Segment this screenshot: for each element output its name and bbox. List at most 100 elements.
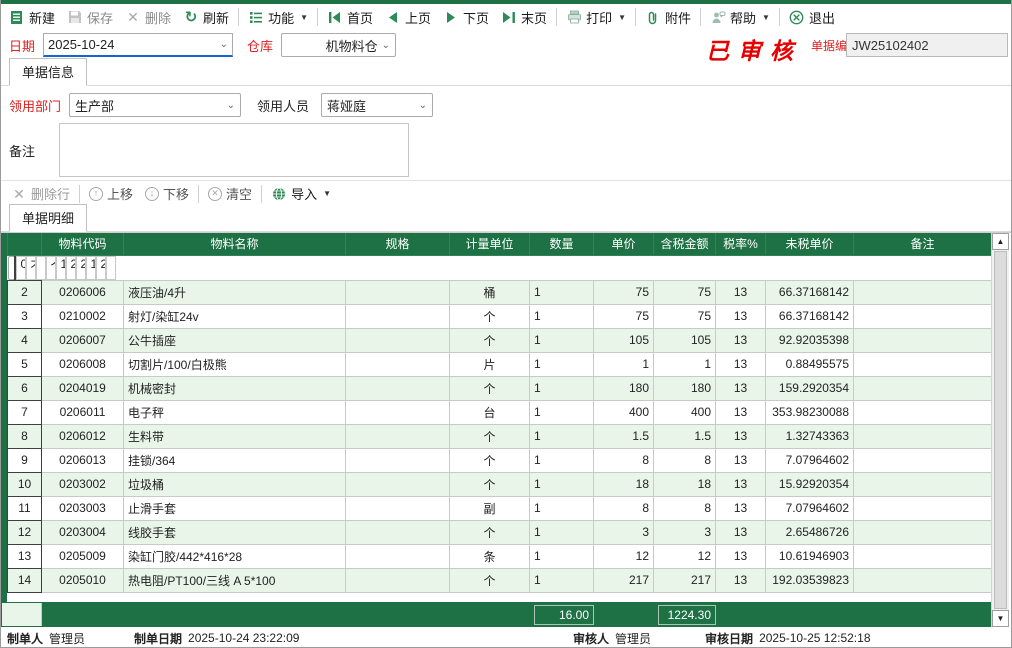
table-row[interactable]: 10204012不锈钢螺栓/12*50个12.82.8132.47787611 — [8, 256, 42, 280]
scroll-down-arrow[interactable]: ▼ — [992, 610, 1009, 627]
last-page-icon — [501, 9, 517, 25]
toolbar-separator — [700, 8, 701, 26]
person-value: 蒋娅庭 — [327, 96, 419, 115]
table-cell-qty: 1 — [530, 328, 594, 352]
toolbar-separator — [317, 8, 318, 26]
table-row[interactable]: 140205010热电阻/PT100/三线 A 5*100个1217217131… — [8, 568, 992, 592]
table-cell-remark — [854, 448, 992, 472]
print-label: 打印 — [586, 8, 612, 27]
column-header[interactable]: 单价 — [594, 233, 654, 255]
table-row[interactable]: 130205009染缸门胶/442*416*28条112121310.61946… — [8, 544, 992, 568]
next-page-button[interactable]: 下页 — [437, 6, 495, 29]
make-date-value: 2025-10-24 23:22:09 — [188, 631, 573, 645]
table-row[interactable]: 120203004线胶手套个133132.65486726 — [8, 520, 992, 544]
person-select[interactable]: 蒋娅庭 ⌄ — [321, 93, 433, 117]
row-number-cell[interactable]: 4 — [8, 328, 42, 352]
row-number-cell[interactable]: 11 — [8, 496, 42, 520]
table-cell-price: 1.5 — [594, 424, 654, 448]
row-number-cell[interactable]: 2 — [8, 280, 42, 304]
date-input[interactable]: 2025-10-24 ⌄ — [43, 33, 233, 57]
arrow-down-circle-icon: ↓ — [145, 187, 159, 201]
tab-document-detail[interactable]: 单据明细 — [9, 204, 87, 232]
table-row[interactable]: 110203003止滑手套副188137.07964602 — [8, 496, 992, 520]
table-cell-spec — [346, 352, 450, 376]
exit-button[interactable]: 退出 — [783, 6, 841, 29]
save-button[interactable]: 保存 — [61, 6, 119, 29]
column-header[interactable]: 税率% — [716, 233, 766, 255]
new-button[interactable]: 新建 — [3, 6, 61, 29]
first-page-button[interactable]: 首页 — [321, 6, 379, 29]
functions-menu-button[interactable]: 功能 ▼ — [242, 6, 314, 29]
row-number-cell[interactable]: 9 — [8, 448, 42, 472]
row-number-cell[interactable]: 14 — [8, 568, 42, 592]
column-header[interactable]: 规格 — [346, 233, 450, 255]
refresh-button[interactable]: ↻ 刷新 — [177, 6, 235, 29]
tab-document-info[interactable]: 单据信息 — [9, 58, 87, 86]
help-menu-button[interactable]: 帮助 ▼ — [704, 6, 776, 29]
table-cell-amount: 180 — [654, 376, 716, 400]
table-cell-code: 0206008 — [42, 352, 124, 376]
table-row[interactable]: 70206011电子秤台140040013353.98230088 — [8, 400, 992, 424]
table-cell-spec — [36, 256, 46, 280]
scrollbar-thumb[interactable] — [994, 251, 1007, 609]
column-header[interactable]: 含税金额 — [654, 233, 716, 255]
warehouse-label: 仓库 — [247, 36, 273, 55]
department-select[interactable]: 生产部 ⌄ — [69, 93, 241, 117]
attachment-button[interactable]: 附件 — [639, 6, 697, 29]
row-number-cell[interactable]: 12 — [8, 520, 42, 544]
refresh-label: 刷新 — [203, 8, 229, 27]
column-header[interactable]: 计量单位 — [450, 233, 530, 255]
column-header[interactable]: 未税单价 — [766, 233, 854, 255]
table-row[interactable]: 20206006液压油/4升桶175751366.37168142 — [8, 280, 992, 304]
row-number-cell[interactable]: 13 — [8, 544, 42, 568]
column-header[interactable]: 物料名称 — [124, 233, 346, 255]
move-up-button[interactable]: ↑ 上移 — [83, 182, 139, 205]
row-number-cell[interactable]: 6 — [8, 376, 42, 400]
row-number-cell[interactable]: 10 — [8, 472, 42, 496]
delete-row-button[interactable]: ✕ 删除行 — [5, 182, 76, 205]
toolbar-separator — [556, 8, 557, 26]
row-number-cell[interactable]: 5 — [8, 352, 42, 376]
table-row[interactable]: 80206012生料带个11.51.5131.32743363 — [8, 424, 992, 448]
last-page-button[interactable]: 末页 — [495, 6, 553, 29]
table-row[interactable]: 30210002射灯/染缸24v个175751366.37168142 — [8, 304, 992, 328]
row-number-cell[interactable]: 8 — [8, 424, 42, 448]
import-menu-button[interactable]: 导入 ▼ — [265, 182, 337, 205]
row-number-cell[interactable]: 7 — [8, 400, 42, 424]
total-amount: 1224.30 — [658, 605, 716, 625]
delete-button[interactable]: ✕ 删除 — [119, 6, 177, 29]
row-number-cell[interactable]: 3 — [8, 304, 42, 328]
table-cell-amount: 217 — [654, 568, 716, 592]
table-cell-name: 液压油/4升 — [124, 280, 346, 304]
table-cell-name: 生料带 — [124, 424, 346, 448]
clear-button[interactable]: ✕ 清空 — [202, 182, 258, 205]
warehouse-select[interactable]: 机物料仓 ⌄ — [281, 33, 396, 57]
column-header[interactable]: 备注 — [854, 233, 992, 255]
table-cell-code: 0205010 — [42, 568, 124, 592]
vertical-scrollbar[interactable]: ▲ ▼ — [991, 233, 1009, 627]
remark-textarea[interactable] — [59, 123, 409, 177]
table-row[interactable]: 100203002垃圾桶个118181315.92920354 — [8, 472, 992, 496]
column-header[interactable] — [8, 233, 42, 255]
print-button[interactable]: 打印 ▼ — [560, 6, 632, 29]
table-header-row: 物料代码物料名称规格计量单位数量单价含税金额税率%未税单价备注 — [8, 233, 992, 255]
move-down-button[interactable]: ↓ 下移 — [139, 182, 195, 205]
table-cell-unit: 副 — [450, 496, 530, 520]
table-cell-price: 8 — [594, 496, 654, 520]
scroll-up-arrow[interactable]: ▲ — [992, 233, 1009, 250]
table-cell-amount: 8 — [654, 496, 716, 520]
column-header[interactable]: 物料代码 — [42, 233, 124, 255]
status-bar: 制单人 管理员 制单日期 2025-10-24 23:22:09 审核人 管理员… — [1, 629, 1011, 647]
table-cell-code: 0206011 — [42, 400, 124, 424]
prev-page-button[interactable]: 上页 — [379, 6, 437, 29]
table-row[interactable]: 60204019机械密封个118018013159.2920354 — [8, 376, 992, 400]
table-cell-qty: 1 — [530, 544, 594, 568]
table-row[interactable]: 90206013挂锁/364个188137.07964602 — [8, 448, 992, 472]
table-row[interactable]: 50206008切割片/100/白极熊片111130.88495575 — [8, 352, 992, 376]
detail-tab-bar: 单据明细 — [1, 206, 1011, 232]
column-header[interactable]: 数量 — [530, 233, 594, 255]
table-cell-tax: 13 — [716, 400, 766, 424]
table-cell-spec — [346, 472, 450, 496]
table-row[interactable]: 40206007公牛插座个11051051392.92035398 — [8, 328, 992, 352]
table-cell-name: 垃圾桶 — [124, 472, 346, 496]
